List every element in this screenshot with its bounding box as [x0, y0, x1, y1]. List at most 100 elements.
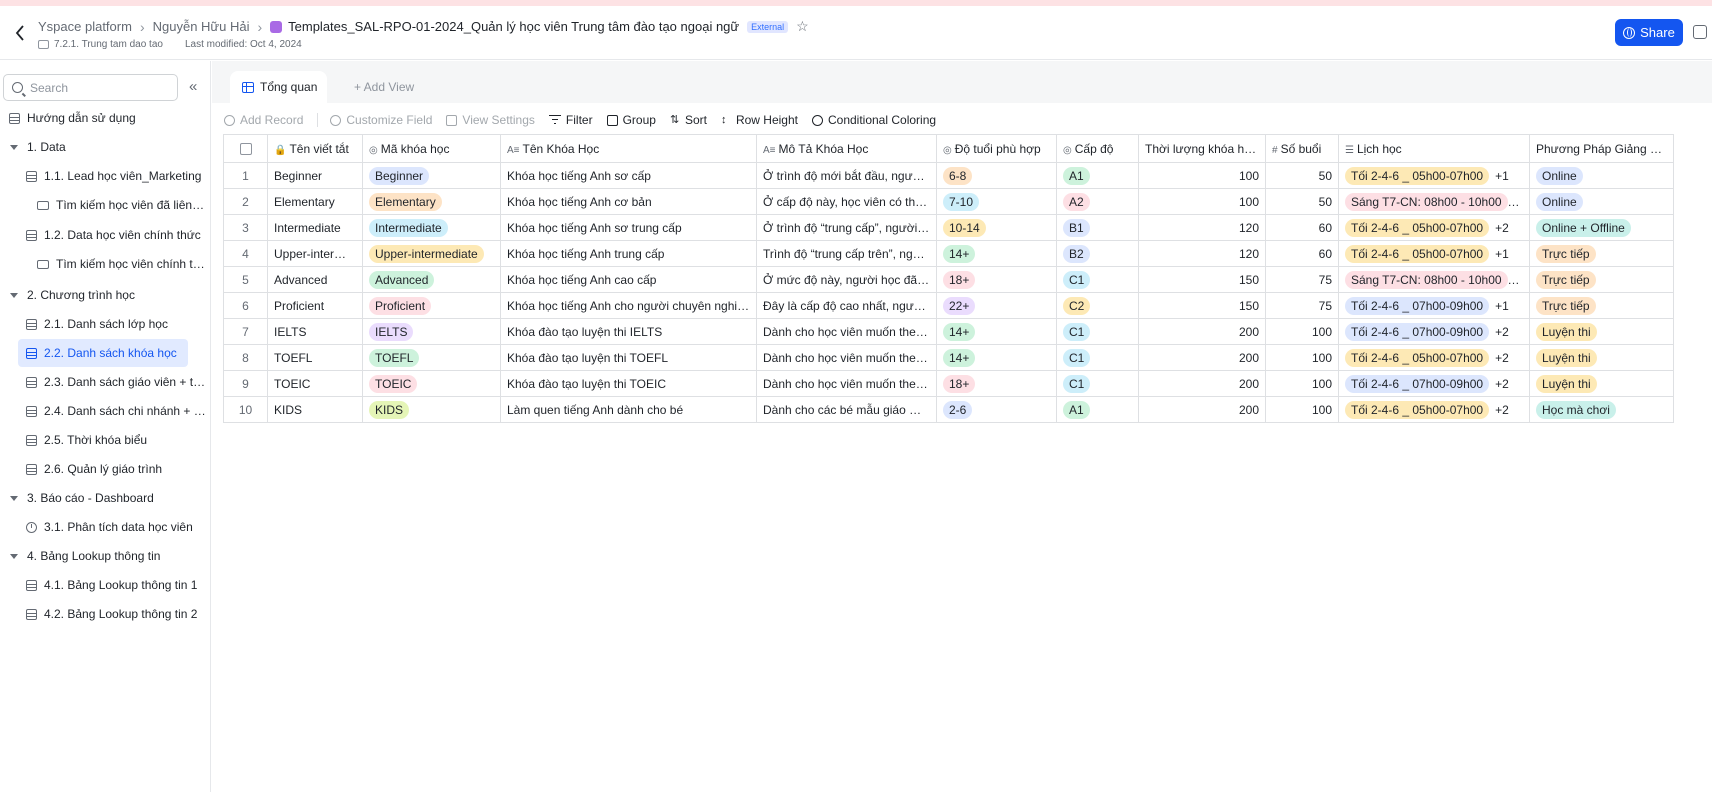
table-cell[interactable]: Ở mức độ này, người học đã sử dụng thành… — [756, 266, 937, 293]
table-cell[interactable]: C1 — [1056, 318, 1139, 345]
table-cell[interactable]: Khóa đào tạo luyện thi IELTS — [500, 318, 757, 345]
column-header[interactable]: Phương Pháp Giảng Dạy — [1529, 134, 1674, 163]
table-cell[interactable]: 100 — [1265, 344, 1339, 371]
table-cell[interactable]: 4 — [223, 240, 268, 267]
table-cell[interactable]: Dành cho học viên muốn theo học luyện th… — [756, 370, 937, 397]
table-cell[interactable]: Advanced — [362, 266, 501, 293]
table-cell[interactable]: Khóa đào tạo luyện thi TOEFL — [500, 344, 757, 371]
table-cell[interactable]: 6-8 — [936, 162, 1057, 189]
sidebar-item[interactable]: 1.1. Lead học viên_Marketing — [0, 162, 206, 190]
table-cell[interactable]: Khóa học tiếng Anh cao cấp — [500, 266, 757, 293]
table-cell[interactable]: 120 — [1138, 214, 1266, 241]
sidebar-item[interactable]: 4.2. Bảng Lookup thông tin 2 — [0, 600, 206, 628]
tab-tong-quan[interactable]: Tổng quan — [230, 71, 327, 103]
table-cell[interactable]: KIDS — [267, 396, 363, 423]
column-header[interactable]: ◎ Độ tuổi phù hợp — [936, 134, 1057, 163]
table-row[interactable]: 9 TOEIC TOEIC Khóa đào tạo luyện thi TOEIC D… — [223, 370, 1674, 397]
table-cell[interactable]: Tối 2-4-6 _ 07h00-09h00 +2 — [1338, 370, 1530, 397]
sidebar-item[interactable]: Tìm kiếm học viên đã liên hệ — [0, 191, 206, 219]
table-cell[interactable]: Đây là cấp độ cao nhất, người học sử dụn… — [756, 292, 937, 319]
column-header[interactable]: 🔒 Tên viết tắt — [267, 134, 363, 163]
table-cell[interactable]: Tối 2-4-6 _ 05h00-07h00 +2 — [1338, 396, 1530, 423]
table-cell[interactable]: 120 — [1138, 240, 1266, 267]
table-row[interactable]: 2 Elementary Elementary Khóa học tiếng Anh … — [223, 188, 1674, 215]
sidebar-item[interactable]: Tìm kiếm học viên chính thức — [0, 250, 206, 278]
column-header[interactable]: ◎ Mã khóa học — [362, 134, 501, 163]
table-cell[interactable]: Học mà chơi — [1529, 396, 1674, 423]
table-cell[interactable]: Luyện thi — [1529, 318, 1674, 345]
table-cell[interactable]: B2 — [1056, 240, 1139, 267]
table-cell[interactable]: 10-14 — [936, 214, 1057, 241]
sidebar-item[interactable]: 2.3. Danh sách giáo viên + trợ giảng — [0, 368, 206, 396]
table-cell[interactable]: Online + Offline — [1529, 214, 1674, 241]
sort-button[interactable]: ⇅ Sort — [670, 113, 707, 127]
folder-name[interactable]: 7.2.1. Trung tam dao tao — [54, 39, 163, 50]
table-cell[interactable]: IELTS — [362, 318, 501, 345]
table-cell[interactable]: 150 — [1138, 292, 1266, 319]
table-cell[interactable]: Tối 2-4-6 _ 05h00-07h00 +2 — [1338, 214, 1530, 241]
table-cell[interactable]: Sáng T7-CN: 08h00 - 10h00 +1 — [1338, 266, 1530, 293]
sidebar-item[interactable]: 2. Chương trình học — [0, 281, 206, 309]
group-button[interactable]: Group — [606, 113, 656, 127]
table-cell[interactable]: Trực tiếp — [1529, 292, 1674, 319]
table-cell[interactable]: TOEIC — [362, 370, 501, 397]
table-cell[interactable]: 10 — [223, 396, 268, 423]
table-cell[interactable]: Trình độ “trung cấp trên”, người học gia… — [756, 240, 937, 267]
table-cell[interactable]: 22+ — [936, 292, 1057, 319]
table-cell[interactable]: Tối 2-4-6 _ 05h00-07h00 +1 — [1338, 162, 1530, 189]
column-header[interactable]: ☰ Lịch học — [1338, 134, 1530, 163]
table-cell[interactable]: 100 — [1138, 162, 1266, 189]
view-settings-button[interactable]: View Settings — [446, 113, 535, 127]
table-cell[interactable]: A2 — [1056, 188, 1139, 215]
table-cell[interactable]: 50 — [1265, 162, 1339, 189]
table-cell[interactable]: Online — [1529, 162, 1674, 189]
share-button[interactable]: Share — [1615, 19, 1683, 46]
table-cell[interactable]: Dành cho học viên muốn theo học luyện th… — [756, 318, 937, 345]
customize-field-button[interactable]: Customize Field — [330, 113, 432, 127]
table-cell[interactable]: 100 — [1265, 396, 1339, 423]
table-cell[interactable]: Trực tiếp — [1529, 240, 1674, 267]
table-cell[interactable]: Khóa học tiếng Anh cơ bản — [500, 188, 757, 215]
table-cell[interactable]: C2 — [1056, 292, 1139, 319]
table-cell[interactable]: Beginner — [362, 162, 501, 189]
table-row[interactable]: 4Upper-intermediateUpper-intermediateKhó… — [223, 240, 1674, 267]
table-cell[interactable]: Online — [1529, 188, 1674, 215]
table-cell[interactable]: 60 — [1265, 214, 1339, 241]
add-record-button[interactable]: Add Record — [224, 113, 303, 127]
table-cell[interactable]: 14+ — [936, 240, 1057, 267]
table-cell[interactable]: 100 — [1138, 188, 1266, 215]
sidebar-item[interactable]: 3.1. Phân tích data học viên — [0, 513, 206, 541]
column-header[interactable]: # Số buổi — [1265, 134, 1339, 163]
table-cell[interactable]: Upper-intermediate — [362, 240, 501, 267]
column-header[interactable]: ◎ Cấp độ — [1056, 134, 1139, 163]
table-cell[interactable]: Advanced — [267, 266, 363, 293]
conditional-coloring-button[interactable]: Conditional Coloring — [811, 113, 936, 127]
table-cell[interactable]: 7-10 — [936, 188, 1057, 215]
table-cell[interactable]: Khóa học tiếng Anh cho người chuyên nghi… — [500, 292, 757, 319]
table-cell[interactable]: 200 — [1138, 344, 1266, 371]
table-cell[interactable]: 100 — [1265, 318, 1339, 345]
table-cell[interactable]: Intermediate — [267, 214, 363, 241]
table-cell[interactable]: Khóa đào tạo luyện thi TOEIC — [500, 370, 757, 397]
sidebar-item[interactable]: 2.5. Thời khóa biểu — [0, 426, 206, 454]
table-cell[interactable]: 75 — [1265, 292, 1339, 319]
column-header[interactable]: Thời lượng khóa học (giờ) — [1138, 134, 1266, 163]
table-cell[interactable]: Khóa học tiếng Anh sơ trung cấp — [500, 214, 757, 241]
table-cell[interactable]: 2-6 — [936, 396, 1057, 423]
table-row[interactable]: 10 KIDS KIDS Làm quen tiếng Anh dành cho bé… — [223, 396, 1674, 423]
table-row[interactable]: 5 Advanced Advanced Khóa học tiếng Anh cao … — [223, 266, 1674, 293]
search-input[interactable]: Search — [3, 74, 178, 101]
table-cell[interactable]: 60 — [1265, 240, 1339, 267]
sidebar-item[interactable]: 2.2. Danh sách khóa học — [18, 339, 188, 367]
table-cell[interactable]: Luyện thi — [1529, 344, 1674, 371]
table-cell[interactable]: 18+ — [936, 266, 1057, 293]
sidebar-item[interactable]: 2.6. Quản lý giáo trình — [0, 455, 206, 483]
table-cell[interactable]: 18+ — [936, 370, 1057, 397]
table-cell[interactable]: IELTS — [267, 318, 363, 345]
table-cell[interactable]: TOEFL — [267, 344, 363, 371]
column-header[interactable]: A≡ Mô Tả Khóa Học — [756, 134, 937, 163]
table-row[interactable]: 7 IELTS IELTS Khóa đào tạo luyện thi IELTS D… — [223, 318, 1674, 345]
table-cell[interactable]: 9 — [223, 370, 268, 397]
table-cell[interactable]: 8 — [223, 344, 268, 371]
select-all-checkbox[interactable] — [223, 134, 268, 163]
